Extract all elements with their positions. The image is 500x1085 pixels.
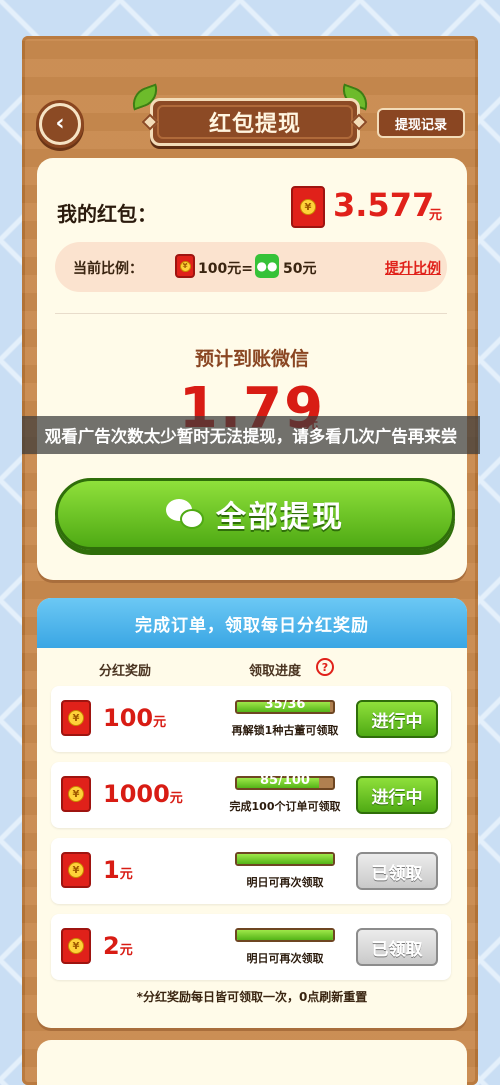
page-title: 红包提现 — [208, 112, 301, 137]
progress-bar — [235, 852, 335, 866]
bonus-footnote: *分红奖励每日皆可领取一次，0点刷新重置 — [136, 990, 368, 1004]
withdraw-all-button[interactable]: 全部提现 — [55, 478, 455, 550]
red-envelope-icon: ¥ — [61, 776, 91, 812]
next-panel-edge — [37, 1040, 467, 1085]
bonus-title: 完成订单，领取每日分红奖励 — [37, 598, 467, 648]
balance-value: 3.577 — [333, 186, 435, 224]
red-envelope-icon: ¥ — [291, 186, 325, 228]
progress-description: 明日可再次领取 — [246, 876, 324, 889]
wallet-card: 我的红包： ¥ 3.577 元 当前比例： ¥ 100元= ●● 50元 提升比… — [37, 158, 467, 580]
chevron-left-icon: ‹ — [42, 106, 78, 142]
ratio-wechat-value: 50元 — [283, 261, 317, 277]
upgrade-ratio-link[interactable]: 提升比例 — [385, 258, 441, 278]
bonus-row: ¥ 1元 明日可再次领取 已领取 — [51, 838, 451, 904]
expected-arrival-label: 预计到账微信 — [194, 348, 309, 370]
claim-status-button[interactable]: 已领取 — [356, 852, 438, 890]
bonus-row: ¥ 100元 35/36 再解锁1种古董可领取 进行中 — [51, 686, 451, 752]
reward-amount: 1元 — [103, 856, 133, 884]
divider — [55, 313, 447, 314]
red-envelope-icon: ¥ — [61, 928, 91, 964]
toast-message: 观看广告次数太少暂时无法提现，请多看几次广告再来尝 — [22, 416, 480, 454]
my-redpacket-label: 我的红包： — [57, 202, 157, 226]
progress-text: 85/100 — [260, 773, 310, 788]
withdraw-all-label: 全部提现 — [216, 500, 344, 535]
progress-description: 明日可再次领取 — [246, 952, 324, 965]
bonus-row: ¥ 2元 明日可再次领取 已领取 — [51, 914, 451, 980]
column-progress-header: 领取进度 — [249, 664, 302, 679]
claim-status-button[interactable]: 进行中 — [356, 700, 438, 738]
red-envelope-icon: ¥ — [61, 700, 91, 736]
wechat-icon — [166, 497, 206, 531]
reward-amount: 2元 — [103, 932, 133, 960]
ratio-label: 当前比例： — [73, 261, 143, 277]
red-envelope-icon: ¥ — [175, 254, 195, 278]
back-button[interactable]: ‹ — [36, 100, 84, 148]
reward-amount: 1000元 — [103, 780, 183, 808]
ratio-bar: 当前比例： ¥ 100元= ●● 50元 提升比例 — [55, 242, 447, 292]
reward-amount: 100元 — [103, 704, 167, 732]
claim-status-button[interactable]: 已领取 — [356, 928, 438, 966]
withdraw-record-button[interactable]: 提现记录 — [377, 108, 465, 138]
balance-unit: 元 — [429, 208, 443, 223]
claim-status-button[interactable]: 进行中 — [356, 776, 438, 814]
progress-description: 再解锁1种古董可领取 — [231, 724, 339, 737]
progress-bar — [235, 928, 335, 942]
daily-bonus-panel: 完成订单，领取每日分红奖励 分红奖励 领取进度 ? ¥ 100元 35/36 再… — [37, 598, 467, 1028]
column-reward-header: 分红奖励 — [99, 664, 152, 679]
bonus-row: ¥ 1000元 85/100 完成100个订单可领取 进行中 — [51, 762, 451, 828]
red-envelope-icon: ¥ — [61, 852, 91, 888]
ratio-redpacket-value: 100元= — [198, 261, 253, 277]
progress-text: 35/36 — [264, 697, 306, 712]
progress-description: 完成100个订单可领取 — [229, 800, 341, 813]
help-icon[interactable]: ? — [316, 658, 334, 676]
wechat-icon: ●● — [255, 254, 279, 278]
title-plaque: 红包提现 — [150, 98, 360, 146]
